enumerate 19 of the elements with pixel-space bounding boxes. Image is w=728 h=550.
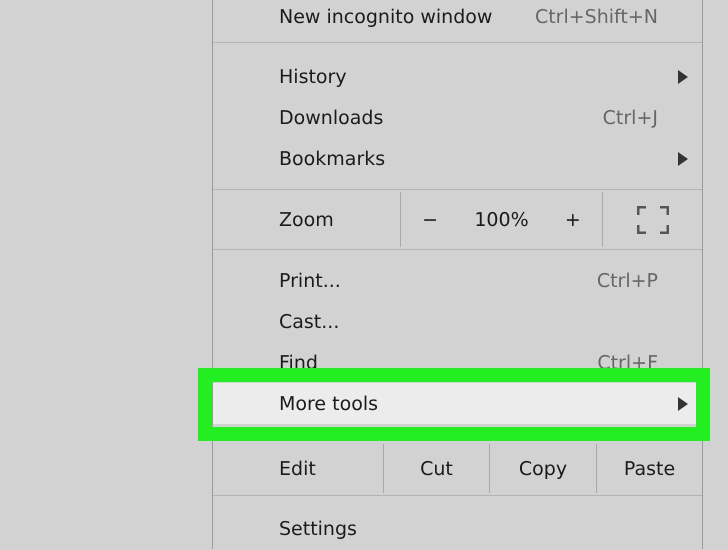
shortcut-label: Ctrl+Shift+N	[534, 6, 658, 28]
zoom-in-button[interactable]: +	[558, 206, 587, 232]
edit-label: Edit	[279, 458, 316, 480]
shortcut-label: Ctrl+J	[602, 106, 658, 128]
edit-action-button[interactable]: Copy	[512, 456, 574, 482]
zoom-label: Zoom	[279, 208, 334, 230]
menu-item[interactable]: Cast...	[213, 301, 702, 342]
shortcut-label: Ctrl+P	[596, 270, 658, 292]
zoom-level: 100%	[474, 208, 529, 230]
menu-item[interactable]: History	[213, 56, 702, 97]
menu-item[interactable]: Settings	[213, 508, 702, 549]
zoom-out-button[interactable]: −	[416, 206, 444, 232]
menu-item[interactable]: Downloads Ctrl+J	[213, 97, 702, 138]
menu-item[interactable]: Print... Ctrl+P	[213, 260, 702, 301]
edit-action-button[interactable]: Cut	[414, 456, 459, 482]
edit-action-button[interactable]: Paste	[618, 456, 682, 482]
menu-item[interactable]: Bookmarks	[213, 138, 702, 179]
fullscreen-icon[interactable]	[636, 206, 668, 234]
menu-item[interactable]: New incognito window Ctrl+Shift+N	[213, 0, 702, 37]
